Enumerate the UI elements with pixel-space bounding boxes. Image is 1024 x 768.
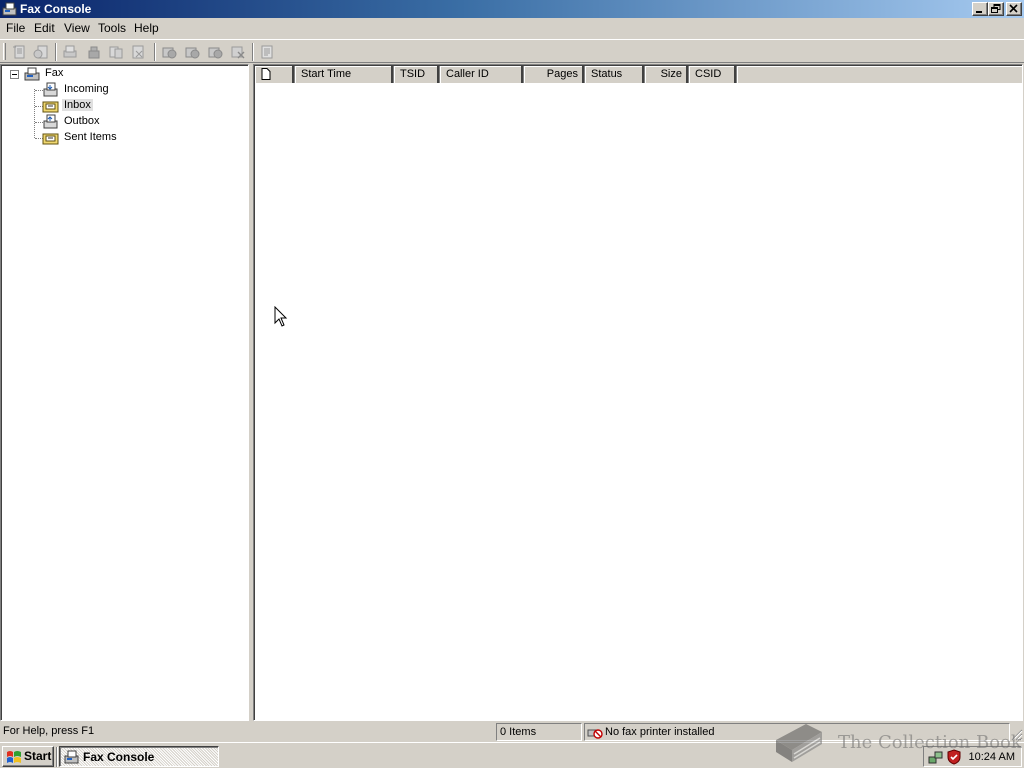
restart-fax-icon (208, 47, 223, 59)
status-help-text: For Help, press F1 (3, 725, 95, 737)
column-header-csid[interactable]: CSID (689, 66, 737, 83)
toolbar-separator (154, 43, 156, 61)
column-header-caller-id[interactable]: Caller ID (440, 66, 524, 83)
inbox-icon (42, 101, 59, 113)
print-fax-button[interactable] (84, 43, 104, 61)
minimize-icon (976, 11, 982, 13)
column-header-start-time[interactable]: Start Time (295, 66, 394, 83)
folder-tree[interactable]: Fax Incoming Inbox Outbox Sent Items (0, 64, 249, 721)
menu-help[interactable]: Help (134, 21, 159, 35)
column-header-size[interactable]: Size (645, 66, 689, 83)
fax-machine-icon (24, 67, 40, 81)
receive-fax-icon (33, 45, 48, 59)
properties-icon (261, 45, 273, 59)
pause-fax-icon (162, 47, 177, 59)
close-button[interactable] (1006, 2, 1022, 16)
close-icon (1009, 4, 1018, 13)
clock[interactable]: 10:24 AM (969, 751, 1015, 763)
tree-label: Incoming (64, 83, 109, 95)
mail-fax-button[interactable] (129, 43, 149, 61)
start-label: Start (24, 749, 52, 763)
view-fax-icon (63, 45, 77, 58)
resume-fax-button[interactable] (182, 43, 202, 61)
tree-label: Outbox (64, 115, 100, 127)
save-fax-button[interactable] (106, 43, 126, 61)
column-header-icon[interactable] (255, 66, 295, 83)
fax-list[interactable]: Start Time TSID Caller ID Pages Status S… (253, 64, 1023, 721)
taskbar-separator (56, 747, 58, 767)
column-header-bar: Start Time TSID Caller ID Pages Status S… (255, 66, 1022, 83)
toolbar-separator (252, 43, 254, 61)
desktop-screen: Fax Console File Edit View Tools Help Fa… (0, 0, 1024, 768)
tree-line (34, 89, 35, 138)
restore-icon (991, 4, 1001, 13)
new-fax-button[interactable] (9, 43, 29, 61)
column-header-filler (737, 66, 1022, 83)
print-fax-icon (88, 46, 100, 59)
save-fax-icon (109, 46, 123, 59)
mouse-cursor-icon (274, 306, 288, 327)
menu-bar: File Edit View Tools Help (0, 18, 1024, 38)
column-header-pages[interactable]: Pages (524, 66, 585, 83)
window-title: Fax Console (20, 2, 92, 16)
outbox-fax-icon (43, 114, 58, 129)
delete-fax-button[interactable] (228, 43, 248, 61)
sent-items-icon (42, 133, 59, 145)
column-header-status[interactable]: Status (585, 66, 645, 83)
taskbar-button-fax-console[interactable]: Fax Console (59, 746, 219, 767)
tree-label: Fax (45, 67, 64, 79)
mail-fax-icon (132, 45, 144, 59)
status-item-count: 0 Items (496, 723, 582, 741)
restore-button[interactable] (988, 2, 1004, 16)
title-bar[interactable]: Fax Console (0, 0, 1024, 18)
receive-fax-button[interactable] (31, 43, 51, 61)
collapse-toggle[interactable] (10, 70, 19, 79)
toolbar-grip[interactable] (3, 43, 6, 60)
pause-fax-button[interactable] (159, 43, 179, 61)
taskbar: Start Fax Console 10:24 AM (0, 742, 1024, 768)
toolbar-separator (55, 43, 57, 61)
menu-edit[interactable]: Edit (34, 21, 55, 35)
no-printer-icon (587, 729, 603, 739)
properties-button[interactable] (257, 43, 277, 61)
system-tray: 10:24 AM (923, 746, 1022, 767)
status-printer-panel: No fax printer installed (584, 723, 1010, 741)
menu-file[interactable]: File (6, 21, 25, 35)
tree-label: Sent Items (64, 131, 117, 143)
tree-label: Inbox (62, 99, 93, 111)
security-shield-icon[interactable] (946, 749, 962, 765)
toolbar (0, 39, 1024, 63)
menu-tools[interactable]: Tools (98, 21, 126, 35)
view-fax-button[interactable] (60, 43, 80, 61)
windows-logo-icon (7, 751, 21, 763)
resize-grip-icon[interactable] (1011, 729, 1023, 741)
new-fax-icon (13, 45, 25, 59)
taskbar-button-label: Fax Console (83, 750, 155, 764)
minimize-button[interactable] (972, 2, 988, 16)
restart-fax-button[interactable] (205, 43, 225, 61)
resume-fax-icon (185, 47, 200, 59)
column-header-tsid[interactable]: TSID (394, 66, 440, 83)
document-icon (261, 68, 271, 80)
status-printer-text: No fax printer installed (605, 726, 715, 738)
delete-fax-icon (231, 46, 245, 59)
menu-view[interactable]: View (64, 21, 90, 35)
start-button[interactable]: Start (2, 746, 54, 767)
status-bar: For Help, press F1 0 Items No fax printe… (0, 722, 1024, 742)
incoming-fax-icon (43, 82, 58, 97)
network-icon[interactable] (928, 749, 944, 765)
fax-app-icon (64, 750, 79, 764)
fax-app-icon (2, 2, 17, 16)
